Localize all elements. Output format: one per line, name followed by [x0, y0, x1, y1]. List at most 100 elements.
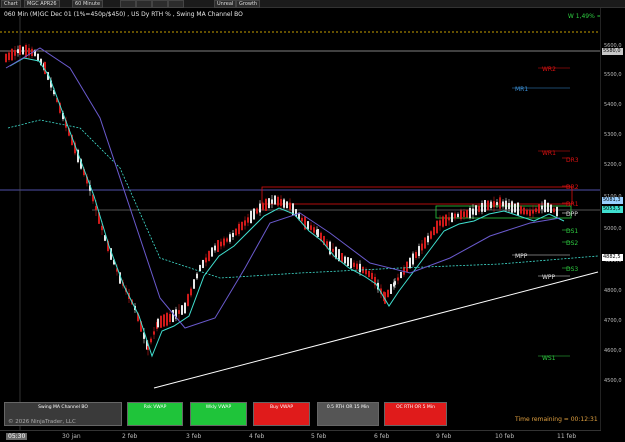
candle-body [253, 208, 255, 220]
candle-body [400, 271, 402, 279]
toolbar-button-1[interactable] [120, 0, 136, 8]
candle-body [409, 257, 411, 269]
toolbar-button-3[interactable] [152, 0, 168, 8]
candle-body [520, 206, 522, 214]
price-tick: 5300,0 [604, 132, 622, 138]
candle-body [430, 231, 432, 239]
candle-body [262, 203, 264, 210]
candle-body [250, 210, 252, 224]
candle-body [217, 240, 219, 252]
candle-body [307, 221, 309, 230]
candle-body [181, 305, 183, 315]
ma-slow-line [7, 119, 599, 279]
candle-body [187, 294, 189, 306]
candle-body [433, 226, 435, 236]
candle-body [550, 204, 552, 213]
candle-body [526, 209, 528, 215]
candle-body [172, 309, 174, 323]
price-axis[interactable]: 5600,0 5500,0 5400,0 5300,0 5200,0 5100,… [600, 8, 625, 430]
pivot-label-dr3: DR3 [566, 157, 579, 164]
candle-body [150, 338, 152, 343]
pivot-label-dr2: DR2 [566, 184, 579, 191]
candle-body [445, 214, 447, 226]
time-label: 2 feb [122, 433, 138, 440]
candle-body [556, 206, 558, 217]
candle-body [247, 217, 249, 223]
candle-body [368, 270, 370, 278]
candle-body [523, 207, 525, 215]
candle-body [226, 238, 228, 242]
candle-body [341, 253, 343, 263]
price-tick: 4800,0 [604, 288, 622, 294]
button-rth-or-5[interactable]: OC RTH OR 5 Min [384, 402, 447, 426]
candle-body [274, 195, 276, 205]
toolbar-unreal[interactable]: Unreal [214, 0, 237, 8]
candle-body [229, 234, 231, 242]
button-buy-vwap[interactable]: Buy VWAP [253, 402, 310, 426]
toolbar-button-4[interactable] [168, 0, 184, 8]
candle-body [535, 208, 537, 213]
candle-body [475, 205, 477, 216]
candle-body [350, 258, 352, 269]
time-label: 11 feb [557, 433, 577, 440]
pivot-label-ds3: DS3 [566, 266, 579, 273]
interval-selector[interactable]: 60 Minute [72, 0, 104, 8]
toolbar-button-2[interactable] [136, 0, 152, 8]
candle-body [451, 212, 453, 223]
candle-body [220, 241, 222, 247]
button-rth-or-15[interactable]: 0.5 RTH OR 15 Min [317, 402, 379, 426]
pivot-label-ds2: DS2 [566, 240, 579, 247]
candle-body [387, 289, 389, 298]
candle-body [517, 202, 519, 216]
instrument-selector[interactable]: MGC APR26 [24, 0, 60, 8]
candle-body [466, 209, 468, 218]
candle-body [538, 204, 540, 214]
candle-body [511, 201, 513, 213]
time-label: 3 feb [186, 433, 202, 440]
candle-body [208, 250, 210, 262]
candle-body [478, 205, 480, 212]
candle-body [481, 202, 483, 212]
toolbar-growth[interactable]: Growth [236, 0, 261, 8]
candle-body [412, 253, 414, 265]
candle-body [160, 315, 162, 328]
candle-body [394, 281, 396, 285]
candle-body [196, 273, 198, 279]
candle-body [235, 228, 237, 236]
candle-body [232, 232, 234, 238]
price-label-blue: 5081,3 [602, 197, 623, 204]
candle-body [310, 225, 312, 230]
candle-body [205, 257, 207, 263]
candle-body [271, 199, 273, 204]
button-rsk-vwap[interactable]: Rsk VWAP [127, 402, 183, 426]
price-tick: 4600,0 [604, 348, 622, 354]
price-label-last: 4882,5 [602, 254, 623, 261]
candle-body [238, 223, 240, 235]
time-label: 9 feb [436, 433, 452, 440]
candle-body [514, 203, 516, 213]
candle-body [19, 45, 21, 55]
candle-body [544, 199, 546, 213]
candle-body [11, 48, 13, 61]
candle-body [502, 201, 504, 207]
candle-body [427, 235, 429, 243]
candle-body [5, 53, 7, 63]
time-axis[interactable]: 05:30 30 jan 2 feb 3 feb 4 feb 5 feb 6 f… [0, 430, 601, 442]
candle-body [190, 288, 192, 296]
candle-body [157, 318, 159, 328]
candle-body [44, 61, 46, 75]
time-label: 4 feb [249, 433, 265, 440]
candle-body [211, 247, 213, 257]
candle-body [317, 229, 319, 237]
candle-body [454, 213, 456, 219]
chart-panel[interactable] [0, 8, 601, 430]
candle-body [442, 216, 444, 227]
candle-body [508, 203, 510, 209]
price-tick: 5000,0 [604, 226, 622, 232]
candle-body [505, 200, 507, 210]
button-wkly-vwap[interactable]: Wkly VWAP [190, 402, 247, 426]
candle-body [499, 197, 501, 209]
tab-chart[interactable]: Chart [1, 0, 21, 8]
candle-body [265, 198, 267, 211]
candle-body [193, 279, 195, 289]
